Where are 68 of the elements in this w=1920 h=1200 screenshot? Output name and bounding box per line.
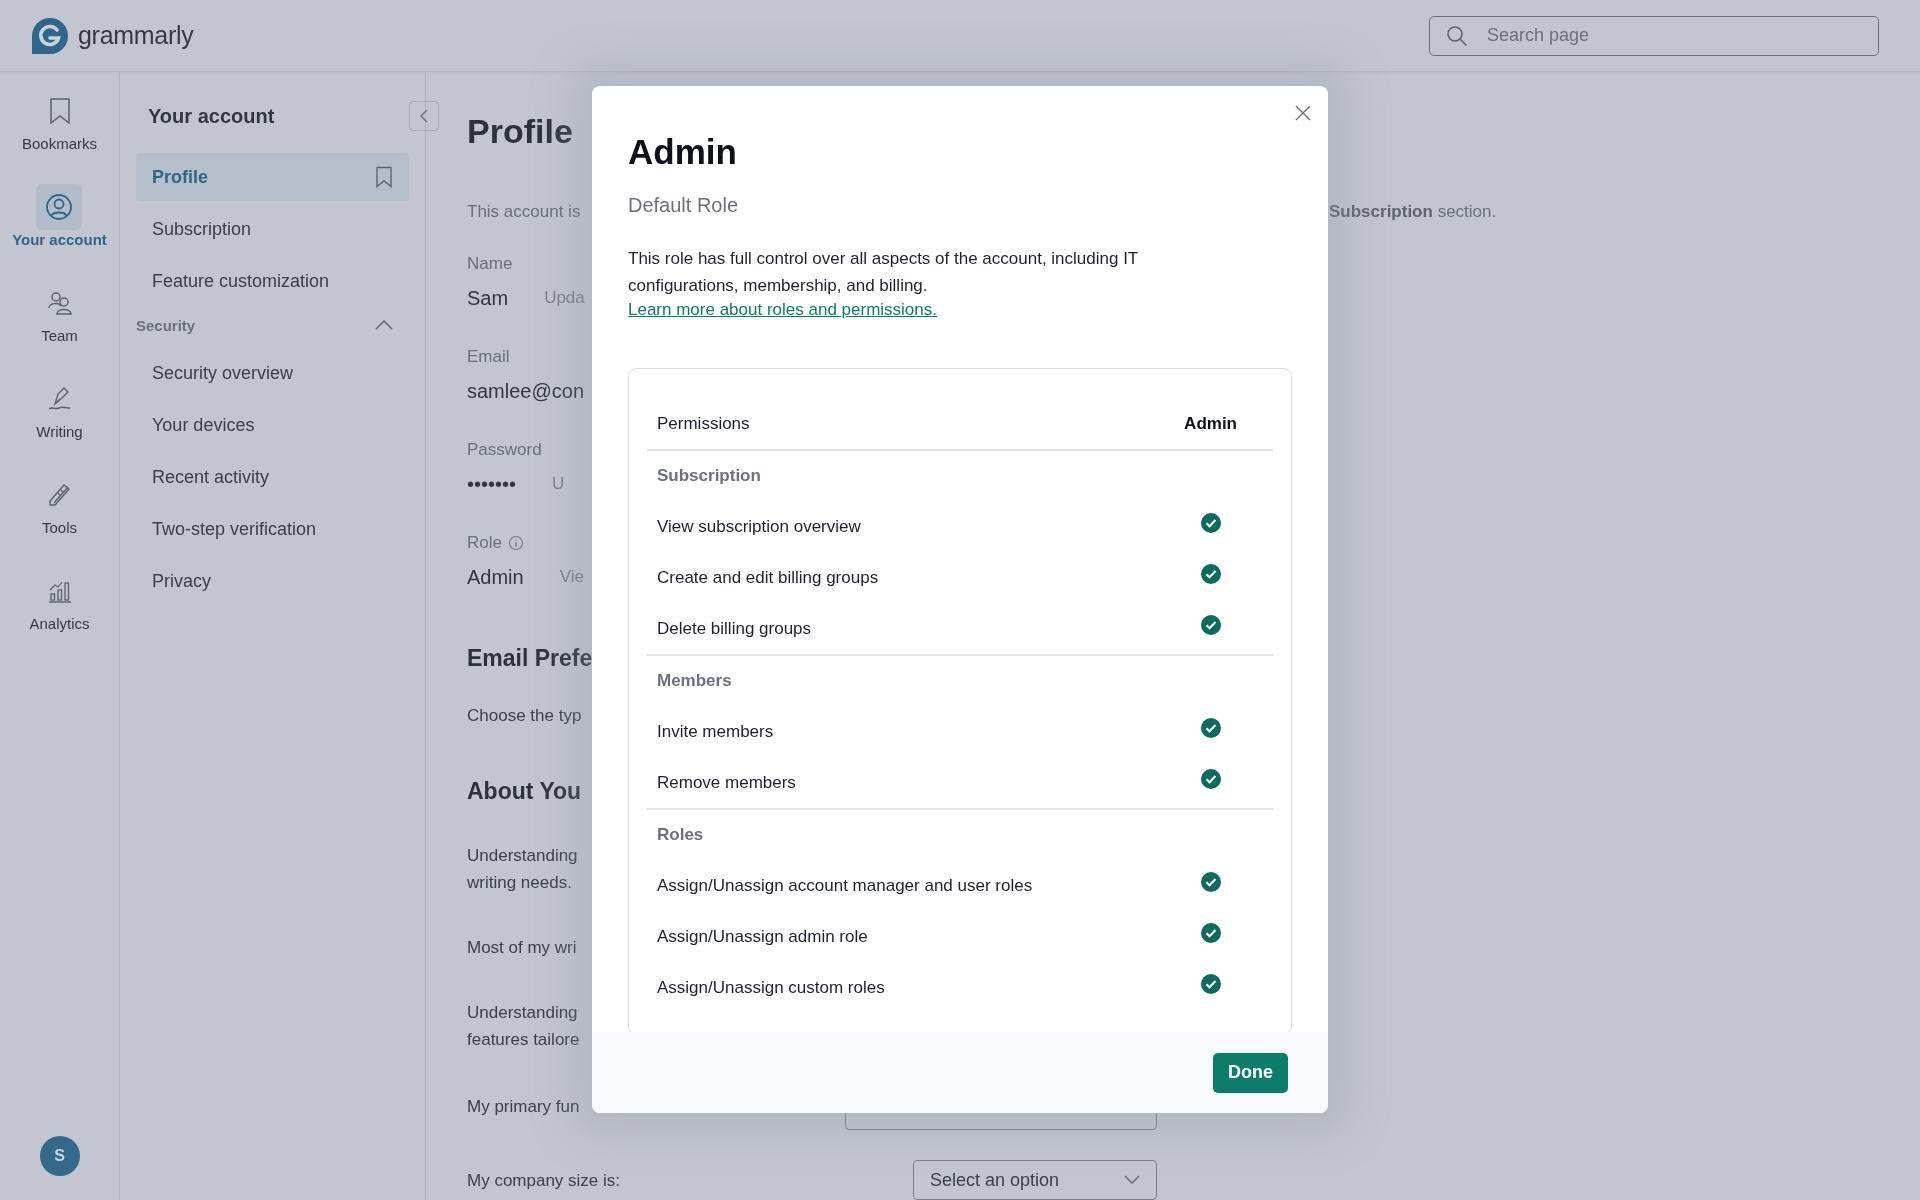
permission-name: Assign/Unassign account manager and user roles bbox=[657, 875, 1033, 896]
dialog-title: Admin bbox=[628, 131, 738, 173]
done-button[interactable]: Done bbox=[1213, 1052, 1288, 1093]
sidebar-item[interactable]: Privacy bbox=[136, 557, 409, 605]
section-text: Understanding writing needs. bbox=[467, 845, 578, 894]
section-text: Most of my wri bbox=[467, 937, 577, 959]
rail-item[interactable]: Writing bbox=[36, 376, 83, 472]
chevron-up-icon bbox=[375, 320, 393, 330]
section-text: Choose the typ bbox=[467, 705, 582, 727]
permission-name: Assign/Unassign admin role bbox=[657, 926, 868, 947]
field-value: Sam bbox=[467, 286, 509, 310]
chevron-down-icon bbox=[1124, 1175, 1140, 1185]
permission-name: Delete billing groups bbox=[657, 618, 812, 639]
learn-more-link[interactable]: Learn more about roles and permissions. bbox=[628, 300, 937, 320]
logo-icon bbox=[30, 15, 70, 56]
field-value: samlee@con bbox=[467, 379, 585, 403]
permission-name: Assign/Unassign custom roles bbox=[657, 977, 885, 998]
field-label: Role bbox=[467, 533, 502, 553]
sidebar-item[interactable]: Two-step verification bbox=[136, 505, 409, 553]
group-heading: Roles bbox=[656, 824, 705, 846]
sidebar-item[interactable]: Subscription bbox=[136, 205, 409, 253]
field-value: ••••••• bbox=[467, 472, 516, 496]
section-heading: Email Prefe bbox=[467, 644, 593, 672]
permission-name: Create and edit billing groups bbox=[657, 567, 879, 588]
column-header: Permissions bbox=[657, 414, 750, 434]
permission-name: Remove members bbox=[657, 772, 796, 793]
column-header: Admin bbox=[1184, 414, 1237, 434]
people-icon bbox=[45, 289, 74, 317]
section-heading: About You bbox=[467, 777, 582, 805]
search-field[interactable]: Search page bbox=[1429, 15, 1879, 56]
field-value: Admin bbox=[467, 565, 524, 589]
sidebar-item[interactable]: Profile bbox=[136, 153, 409, 201]
field-label: Name bbox=[467, 254, 513, 274]
sidebar-title: Your account bbox=[148, 104, 275, 128]
dialog-subtitle: Default Role bbox=[628, 194, 740, 217]
sidebar-item[interactable]: Feature customization bbox=[136, 257, 409, 305]
question-label: My primary fun bbox=[467, 1095, 581, 1118]
field-label: Email bbox=[467, 347, 510, 367]
sidebar-item[interactable]: Security overview bbox=[136, 349, 409, 397]
intro-text: Subscription section. bbox=[1329, 202, 1497, 222]
permission-name: Invite members bbox=[657, 721, 774, 742]
close-button[interactable] bbox=[1294, 104, 1312, 122]
permission-name: View subscription overview bbox=[657, 516, 861, 537]
info-icon[interactable] bbox=[507, 535, 524, 551]
rail-item[interactable]: Tools bbox=[36, 472, 83, 568]
close-icon bbox=[1295, 105, 1311, 121]
question-label: My company size is: bbox=[467, 1169, 622, 1192]
rail-item[interactable]: Your account bbox=[12, 184, 107, 280]
rail-item[interactable]: Team bbox=[36, 280, 83, 376]
sidebar-item[interactable]: Your devices bbox=[136, 401, 409, 449]
page-title: Profile bbox=[467, 111, 573, 152]
dialog-description: This role has full control over all aspects of the account, including IT configurations, membership, and billing. bbox=[628, 248, 1139, 297]
bookmark-icon bbox=[47, 97, 72, 125]
search-icon bbox=[1445, 23, 1469, 48]
logo-text: grammarly bbox=[78, 21, 194, 50]
group-heading: Members bbox=[656, 670, 733, 692]
rail-item[interactable]: Bookmarks bbox=[22, 88, 97, 184]
rail-item[interactable]: Analytics bbox=[29, 568, 90, 664]
section-text: Understanding features tailore bbox=[467, 1002, 580, 1051]
avatar[interactable]: S bbox=[39, 1136, 80, 1176]
bookmark-icon[interactable] bbox=[375, 166, 393, 188]
chevron-left-icon bbox=[418, 108, 430, 124]
group-heading: Subscription bbox=[656, 465, 762, 487]
user-circle-icon bbox=[45, 193, 74, 221]
intro-text: This account is bbox=[467, 202, 581, 222]
sidebar-item[interactable]: Recent activity bbox=[136, 453, 409, 501]
select-field[interactable]: Select an option bbox=[913, 1160, 1157, 1200]
field-label: Password bbox=[467, 440, 542, 460]
